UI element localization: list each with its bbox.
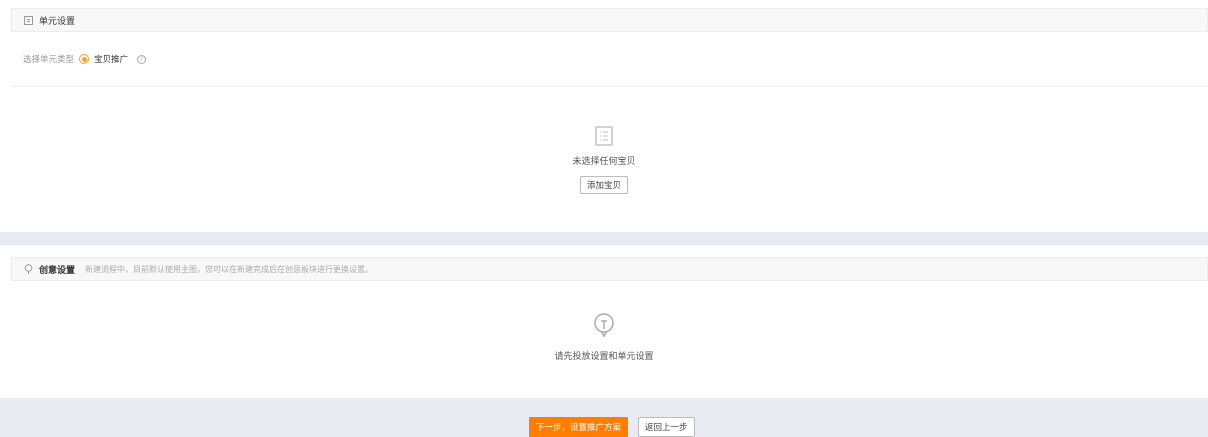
footer-actions: 下一步，设置推广方案 返回上一步 — [529, 417, 695, 437]
empty-state: 未选择任何宝贝 添加宝贝 — [0, 126, 1208, 194]
unit-type-label: 选择单元类型 — [23, 55, 75, 65]
divider — [11, 86, 1208, 87]
creative-settings-panel: 创意设置 新建流程中，目前默认使用主图，您可以在新建完成后在创意板块进行更换设置… — [0, 245, 1208, 398]
next-step-button[interactable]: 下一步，设置推广方案 — [529, 417, 629, 437]
list-doc-icon — [595, 126, 613, 146]
empty-text: 未选择任何宝贝 — [572, 157, 636, 167]
empty-state: 请先投放设置和单元设置 — [0, 313, 1208, 362]
unit-type-row: 选择单元类型 宝贝推广 ? — [23, 53, 147, 65]
lightbulb-icon — [24, 263, 33, 274]
section-title: 创意设置 — [39, 265, 76, 276]
section-note: 新建流程中，目前默认使用主图，您可以在新建完成后在创意板块进行更换设置。 — [85, 264, 374, 274]
creative-settings-header: 创意设置 新建流程中，目前默认使用主图，您可以在新建完成后在创意板块进行更换设置… — [11, 257, 1208, 281]
back-button[interactable]: 返回上一步 — [638, 417, 695, 437]
section-title: 单元设置 — [39, 16, 76, 27]
list-icon — [24, 15, 33, 25]
add-item-button[interactable]: 添加宝贝 — [579, 176, 628, 194]
unit-settings-panel: 单元设置 选择单元类型 宝贝推广 ? 未选择任何宝贝 添加宝贝 — [0, 0, 1208, 232]
unit-settings-header: 单元设置 — [11, 8, 1208, 32]
help-icon[interactable]: ? — [137, 54, 147, 64]
radio-baobei[interactable] — [79, 54, 90, 64]
empty-text: 请先投放设置和单元设置 — [554, 352, 654, 362]
radio-label[interactable]: 宝贝推广 — [94, 53, 128, 65]
lightbulb-icon — [594, 313, 614, 338]
